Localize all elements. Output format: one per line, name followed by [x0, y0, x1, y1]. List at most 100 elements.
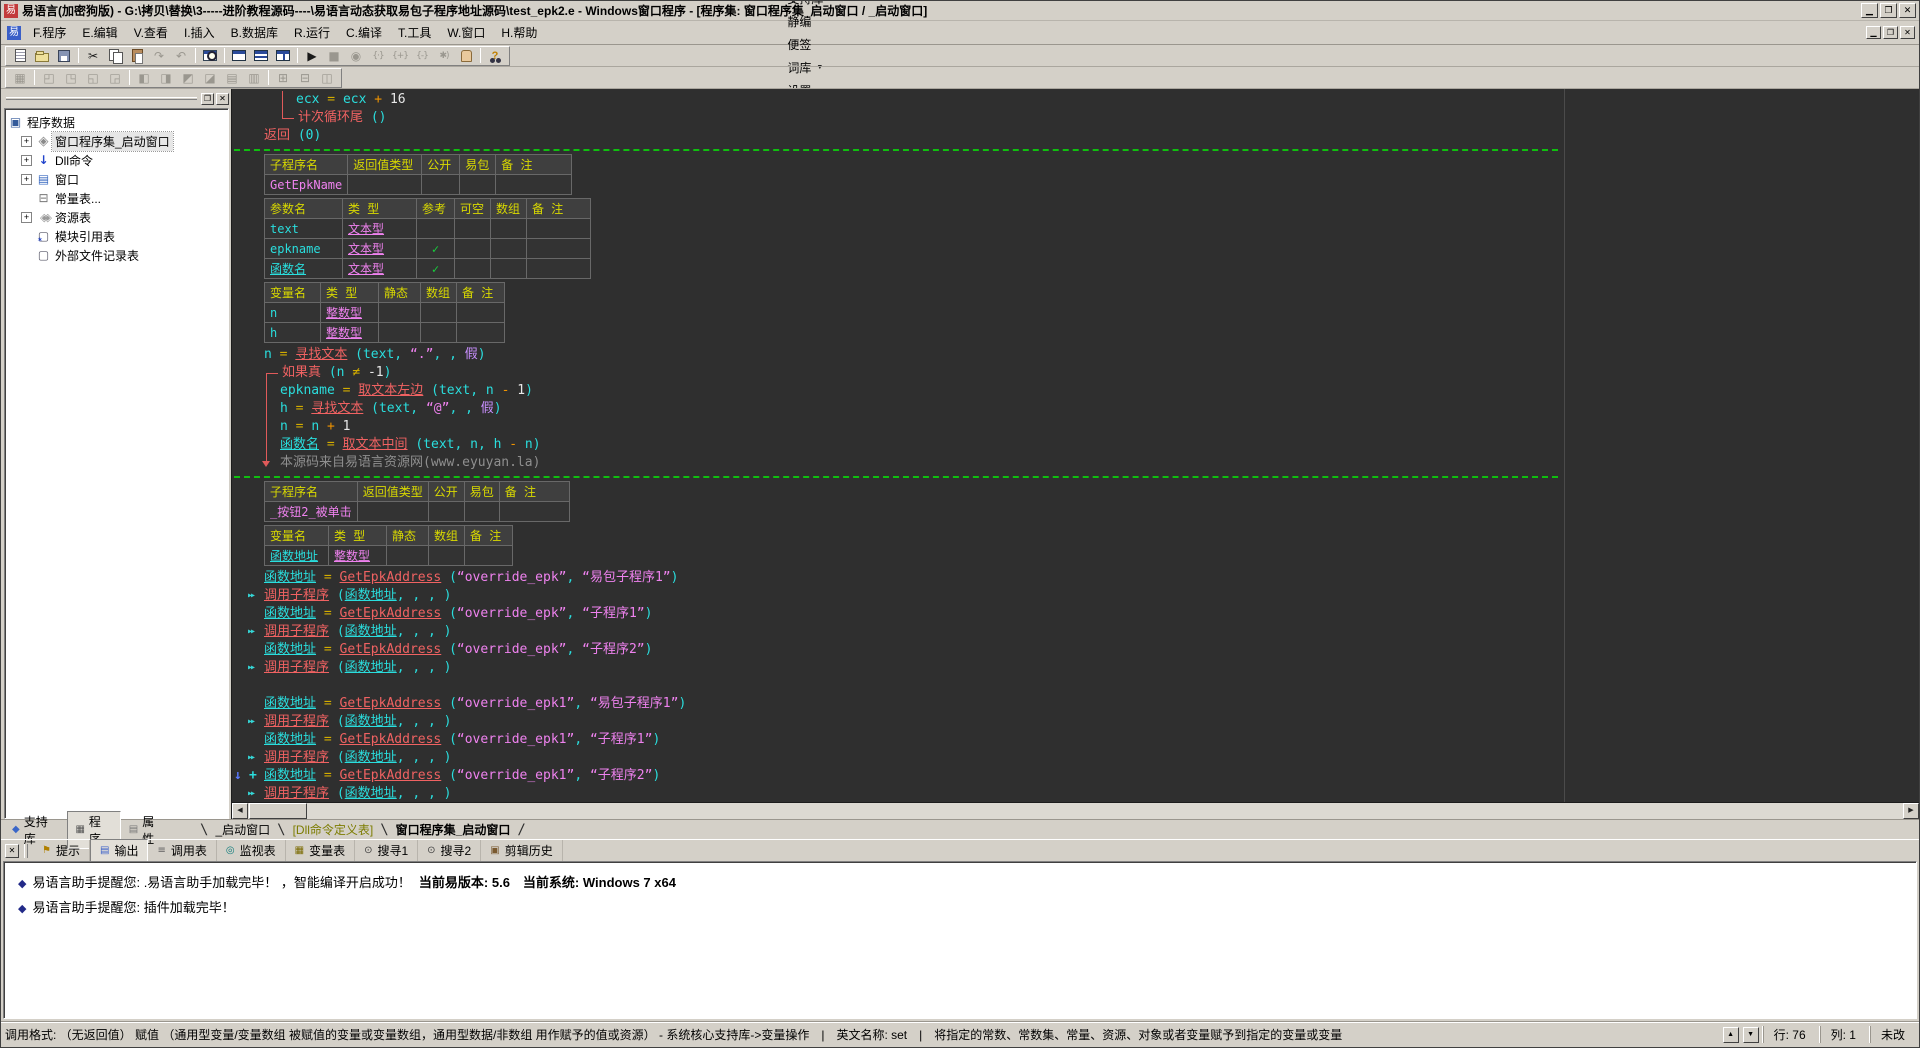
close-button[interactable]: ✕ — [1899, 3, 1916, 18]
table-row[interactable]: n 整数型 — [264, 302, 505, 323]
code-line[interactable]: 函数地址 = GetEpkAddress (“override_epk”, “子… — [232, 641, 1919, 659]
code-line[interactable]: ▸▸ 调用子程序 (函数地址, , , ) — [232, 713, 1919, 731]
code-line[interactable]: 函数地址 = GetEpkAddress (“override_epk1”, “… — [232, 731, 1919, 749]
document-tab[interactable]: _启动窗口 — [211, 821, 274, 838]
h-scroll-thumb[interactable] — [249, 803, 307, 819]
view-form-button[interactable] — [272, 47, 294, 64]
table-cell[interactable]: ✓ — [416, 258, 455, 279]
bottom-tab-输出[interactable]: ▤ 输出 — [89, 839, 149, 862]
scroll-right-button[interactable]: ▶ — [1903, 803, 1919, 819]
output-panel[interactable]: ◆ 易语言助手提醒您: .易语言助手加载完毕！ ，智能编译开启成功！ 当前易版本: … — [3, 861, 1917, 1019]
table-cell[interactable] — [526, 218, 591, 239]
expand-icon[interactable]: + — [21, 212, 32, 223]
bottom-tab-调用表[interactable]: ≡ 调用表 — [148, 840, 217, 861]
child-minimize-button[interactable]: ▁ — [1866, 26, 1881, 39]
bottom-tab-搜寻2[interactable]: ⊙ 搜寻2 — [418, 840, 482, 861]
local-variable-table[interactable]: 变量名类 型静态 数组备 注 n 整数型 h 整数型 — [264, 282, 505, 343]
maximize-button[interactable]: ❐ — [1880, 3, 1897, 18]
paste-button[interactable] — [126, 47, 148, 64]
tree-item[interactable]: + 窗口程序集_启动窗口 — [7, 131, 226, 152]
code-line[interactable]: 如果真 (n ≠ -1) — [232, 364, 1919, 383]
code-area[interactable]: ecx = ecx + 16 计次循环尾 () 返回 (0) 子程序名 返回值类型 公开易… — [232, 89, 1919, 802]
menu-item[interactable]: B.数据库 — [223, 23, 286, 43]
code-line[interactable]: n = n + 1 — [232, 418, 1919, 436]
find-in-window-button[interactable] — [199, 47, 221, 64]
table-row[interactable]: GetEpkName — [263, 174, 573, 195]
table-cell[interactable]: _按钮2_被单击 — [264, 501, 358, 522]
code-line[interactable]: epkname = 取文本左边 (text, n - 1) — [232, 382, 1919, 400]
table-cell[interactable]: 整数型 — [320, 322, 379, 343]
table-cell[interactable] — [416, 218, 455, 239]
table-cell[interactable] — [427, 501, 465, 522]
bottom-panel-close-button[interactable]: ✕ — [5, 843, 19, 858]
code-editor[interactable]: ecx = ecx + 16 计次循环尾 () 返回 (0) 子程序名 返回值类型 公开易… — [231, 89, 1919, 819]
table-cell[interactable]: h — [264, 322, 321, 343]
code-line[interactable]: 函数地址 = GetEpkAddress (“override_epk1”, “… — [232, 695, 1919, 713]
table-cell[interactable] — [459, 174, 497, 195]
code-line[interactable]: ▸▸ 调用子程序 (函数地址, , , ) — [232, 785, 1919, 802]
tree-item[interactable]: + Dll命令 — [7, 151, 226, 170]
table-row[interactable]: h 整数型 — [264, 322, 505, 343]
menu-item[interactable]: V.查看 — [126, 23, 176, 43]
tree-item[interactable]: + 资源表 — [7, 208, 226, 227]
code-line[interactable]: 返回 (0) — [232, 127, 1919, 145]
table-cell[interactable] — [454, 238, 491, 259]
menu-item[interactable]: F.程序 — [25, 23, 74, 43]
table-cell[interactable] — [428, 545, 465, 566]
child-restore-button[interactable]: ❐ — [1883, 26, 1898, 39]
cut-button[interactable]: ✂ — [82, 47, 104, 64]
subroutine-header-table[interactable]: 子程序名 返回值类型 公开 易包备 注 _按钮2_被单击 — [264, 481, 570, 522]
table-cell[interactable]: 函数地址 — [264, 545, 329, 566]
menu-extra-item[interactable]: 静编 — [775, 10, 835, 33]
table-cell[interactable]: ✓ — [416, 238, 455, 259]
bottom-tab-提示[interactable]: ⚑ 提示 — [33, 840, 90, 861]
expand-icon[interactable]: + — [21, 155, 32, 166]
open-file-button[interactable] — [31, 47, 53, 64]
view-program-button[interactable] — [228, 47, 250, 64]
code-line[interactable]: h = 寻找文本 (text, “@”, , 假) — [232, 400, 1919, 418]
panel-close-button[interactable]: ✕ — [216, 92, 229, 105]
table-cell[interactable] — [421, 174, 461, 195]
table-row[interactable]: 函数名 文本型 ✓ — [264, 258, 591, 279]
table-cell[interactable]: GetEpkName — [263, 174, 349, 195]
table-cell[interactable] — [454, 218, 491, 239]
table-cell[interactable] — [490, 218, 527, 239]
code-line[interactable]: 计次循环尾 () — [232, 108, 1919, 127]
menu-item[interactable]: H.帮助 — [493, 23, 545, 43]
table-row[interactable]: 函数地址 整数型 — [264, 545, 513, 566]
table-cell[interactable]: text — [264, 218, 343, 239]
table-row[interactable]: epkname 文本型 ✓ — [264, 238, 591, 259]
expand-icon[interactable]: + — [21, 136, 32, 147]
table-row[interactable]: _按钮2_被单击 — [264, 501, 570, 522]
save-button[interactable] — [53, 47, 75, 64]
table-cell[interactable] — [490, 238, 527, 259]
document-tab[interactable]: [Dll命令定义表] — [289, 821, 378, 838]
table-cell[interactable] — [356, 501, 429, 522]
scroll-left-button[interactable]: ◀ — [232, 803, 248, 819]
panel-drag-grip[interactable] — [6, 97, 197, 100]
table-cell[interactable] — [420, 302, 457, 323]
table-cell[interactable] — [456, 322, 505, 343]
code-line[interactable]: ecx = ecx + 16 — [232, 91, 1919, 109]
expand-icon[interactable]: + — [21, 174, 32, 185]
bottom-tab-搜寻1[interactable]: ⊙ 搜寻1 — [355, 840, 419, 861]
table-cell[interactable]: 文本型 — [342, 238, 417, 259]
table-row[interactable]: text 文本型 — [264, 218, 591, 239]
menu-extra-item[interactable]: 支持库 — [775, 1, 835, 10]
bottom-tab-变量表[interactable]: ▦ 变量表 — [286, 840, 356, 861]
bottom-panel-grip[interactable] — [24, 843, 28, 858]
status-up-button[interactable]: ▲ — [1722, 1026, 1739, 1043]
status-down-button[interactable]: ▼ — [1742, 1026, 1759, 1043]
code-line[interactable]: ▸▸ 调用子程序 (函数地址, , , ) — [232, 659, 1919, 677]
titlebar[interactable]: 易 易语言(加密狗版) - G:\拷贝\替换\3-----进阶教程源码----\… — [1, 1, 1919, 21]
table-cell[interactable] — [378, 322, 421, 343]
table-cell[interactable]: 文本型 — [342, 218, 417, 239]
table-cell[interactable] — [495, 174, 573, 195]
program-data-tree[interactable]: 程序数据 + 窗口程序集_启动窗口 + Dll命令 + 窗口常量表... + 资源表模块引用表外… — [4, 108, 229, 819]
table-cell[interactable]: 整数型 — [320, 302, 379, 323]
view-split-button[interactable] — [250, 47, 272, 64]
document-tab[interactable]: 窗口程序集_启动窗口 — [392, 821, 515, 838]
copy-button[interactable] — [104, 47, 126, 64]
table-cell[interactable] — [454, 258, 491, 279]
table-cell[interactable]: 整数型 — [328, 545, 387, 566]
